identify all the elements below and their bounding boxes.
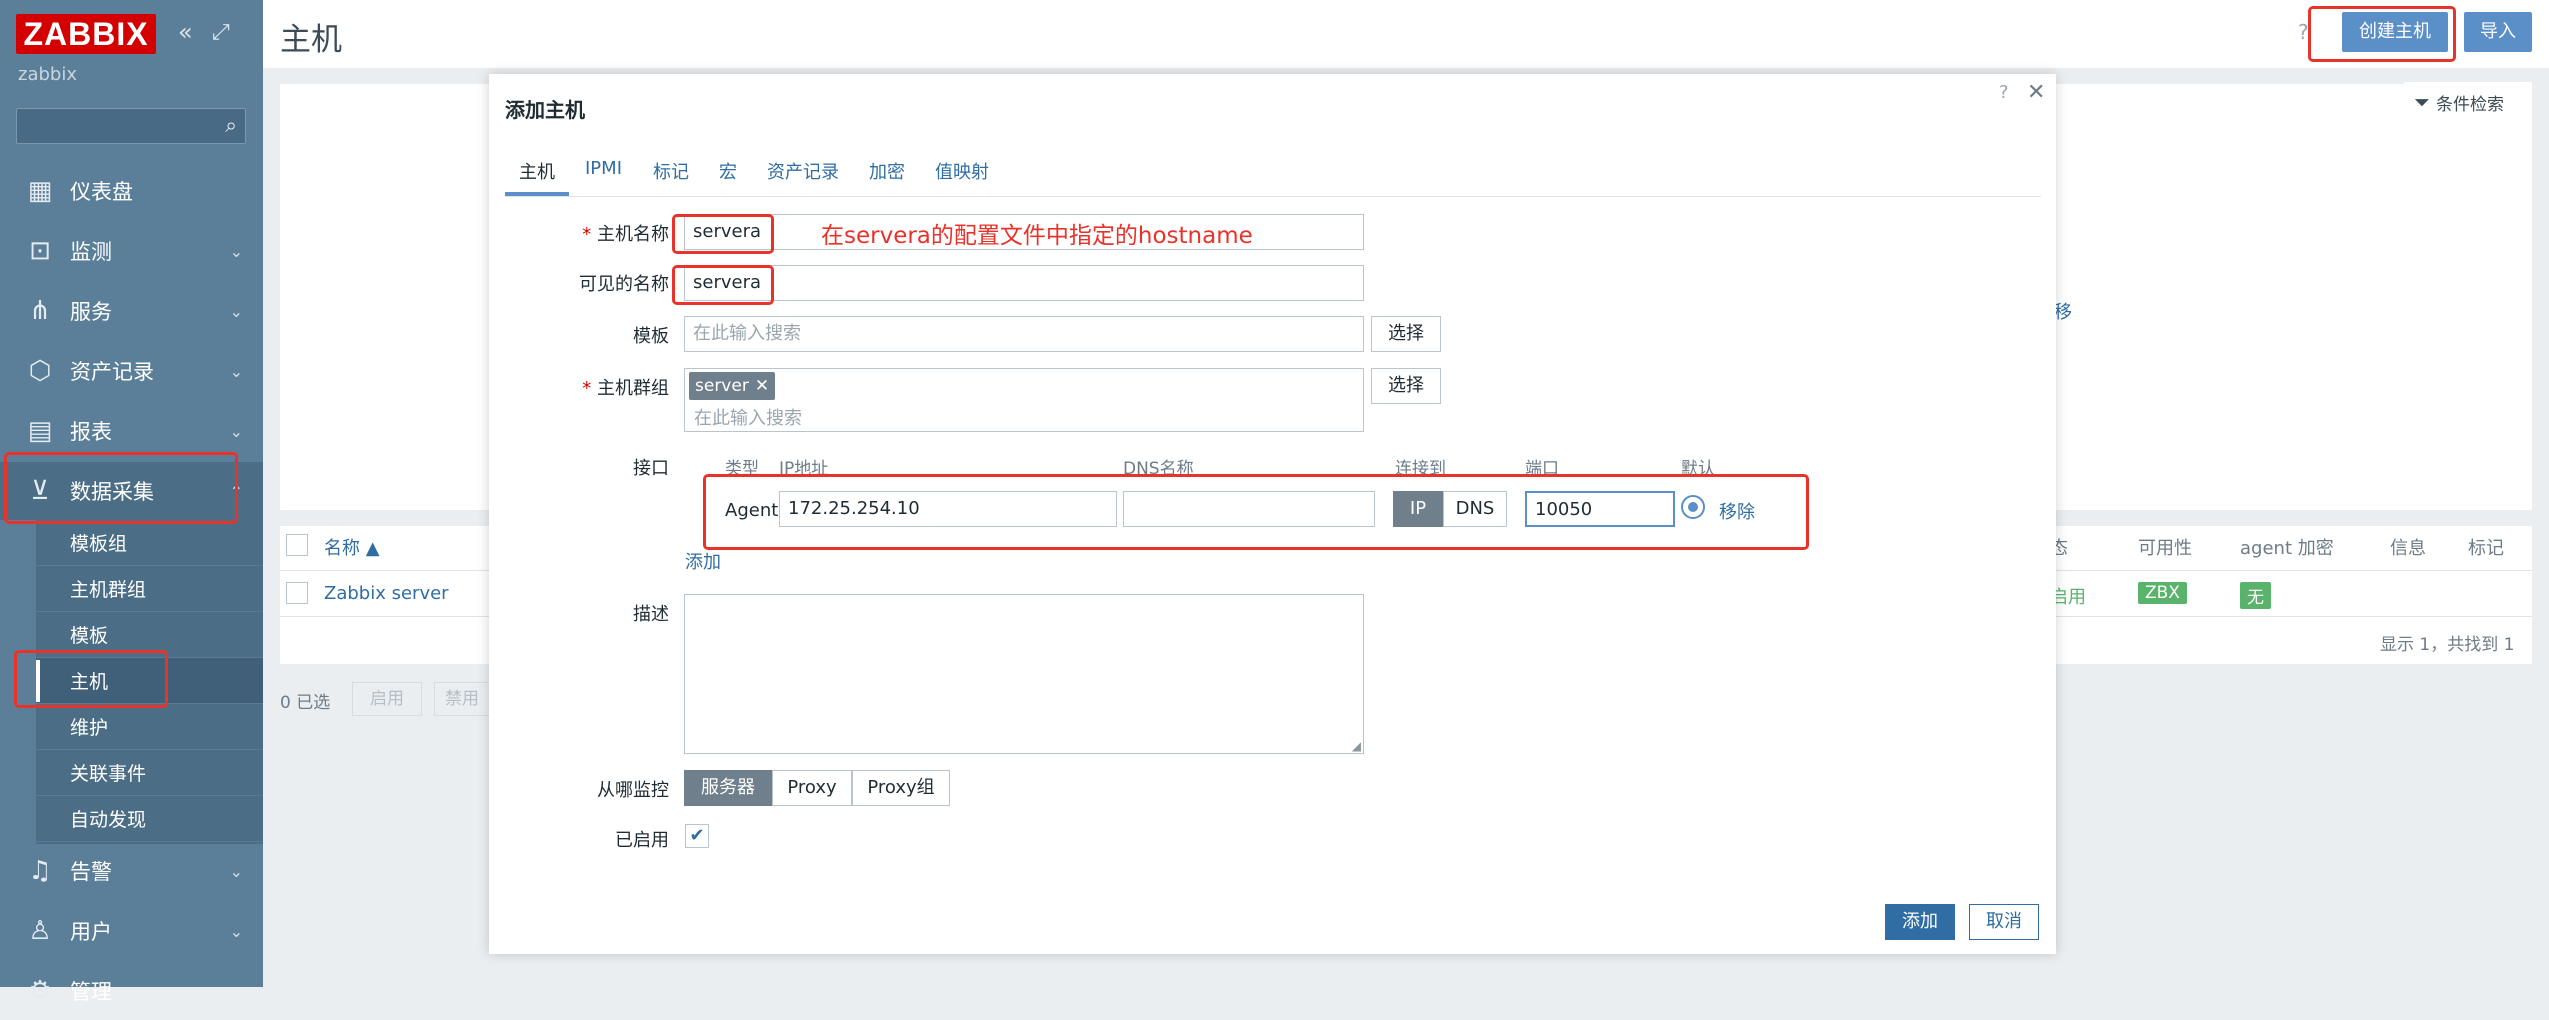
chevron-down-icon: ⌄	[229, 421, 243, 441]
filter-remove-link[interactable]: 移	[2054, 298, 2072, 324]
submenu-discovery[interactable]: 自动发现	[36, 796, 263, 842]
chevron-down-icon: ⌄	[229, 241, 243, 261]
resize-handle-icon[interactable]: ◢	[1352, 739, 1361, 753]
search-icon[interactable]: ⌕	[225, 113, 237, 138]
highlight-interface	[703, 474, 1809, 550]
cancel-button[interactable]: 取消	[1969, 904, 2039, 940]
visible-name-label: 可见的名称	[579, 274, 669, 295]
visible-name-input[interactable]: servera	[684, 265, 1364, 301]
tab-host[interactable]: 主机	[519, 158, 555, 184]
description-label: 描述	[633, 604, 669, 625]
column-info-header: 信息	[2390, 538, 2426, 559]
remove-tag-icon[interactable]: ✕	[755, 376, 769, 396]
chevron-down-icon: ⌄	[229, 861, 243, 881]
tab-encryption[interactable]: 加密	[869, 158, 905, 184]
dashboard-icon: ▦	[27, 176, 53, 206]
host-groups-label: * 主机群组	[582, 378, 669, 399]
add-host-dialog: 添加主机 ? ✕ 主机 IPMI 标记 宏 资产记录 加密 值映射 * 主机名称…	[489, 74, 2056, 954]
add-interface-link[interactable]: 添加	[685, 548, 721, 574]
interfaces-label: 接口	[633, 458, 669, 479]
highlight-create-host	[2308, 6, 2456, 62]
tabs-divider	[505, 196, 2041, 197]
nav-users[interactable]: ♙ 用户 ⌄	[0, 902, 263, 960]
add-button[interactable]: 添加	[1885, 904, 1955, 940]
submenu-event-correlation[interactable]: 关联事件	[36, 750, 263, 796]
table-summary: 显示 1，共找到 1	[2380, 635, 2515, 655]
nav-alerts[interactable]: ♫ 告警 ⌄	[0, 842, 263, 900]
chevron-down-icon: ⌄	[229, 921, 243, 941]
select-all-checkbox[interactable]	[286, 534, 308, 556]
collapse-sidebar-icon[interactable]: «	[178, 18, 193, 46]
page-header	[263, 0, 2549, 68]
bell-icon: ♫	[28, 856, 52, 886]
users-icon: ♙	[28, 916, 52, 946]
submenu-template-groups[interactable]: 模板组	[36, 520, 263, 566]
submenu-host-groups[interactable]: 主机群组	[36, 566, 263, 612]
administration-icon: ⚙	[28, 976, 52, 1006]
mass-disable-button[interactable]: 禁用	[434, 682, 490, 716]
templates-select-button[interactable]: 选择	[1371, 316, 1441, 352]
host-name-link[interactable]: Zabbix server	[324, 583, 449, 604]
host-groups-select-button[interactable]: 选择	[1371, 368, 1441, 404]
highlight-hosts	[14, 650, 168, 708]
row-checkbox[interactable]	[286, 582, 308, 604]
monitored-by-server[interactable]: 服务器	[684, 770, 772, 806]
inventory-icon: ⬡	[28, 356, 52, 386]
encryption-badge: 无	[2240, 582, 2271, 609]
server-name: zabbix	[18, 64, 77, 85]
filter-icon: ⏷	[2414, 90, 2430, 114]
monitoring-icon: ⊡	[29, 236, 51, 266]
mass-enable-button[interactable]: 启用	[352, 682, 422, 716]
sidebar-search-input[interactable]: ⌕	[16, 108, 246, 144]
filter-tab[interactable]: ⏷ 条件检索	[2404, 82, 2532, 122]
dialog-help-icon[interactable]: ?	[1999, 82, 2009, 103]
monitored-by-proxy-group[interactable]: Proxy组	[852, 770, 950, 806]
page-title: 主机	[280, 22, 342, 58]
availability-badge: ZBX	[2138, 582, 2187, 604]
chevron-down-icon: ⌄	[229, 361, 243, 381]
description-textarea[interactable]: ◢	[684, 594, 1364, 754]
host-name-label: * 主机名称	[582, 224, 669, 245]
tab-macros[interactable]: 宏	[719, 158, 737, 184]
enabled-checkbox[interactable]: ✔	[685, 824, 709, 848]
close-icon[interactable]: ✕	[2027, 80, 2045, 105]
column-availability-header: 可用性	[2138, 538, 2192, 559]
nav-administration[interactable]: ⚙ 管理	[0, 962, 263, 1020]
services-icon: ⋔	[29, 296, 51, 326]
monitored-by-proxy[interactable]: Proxy	[772, 770, 852, 806]
nav-services[interactable]: ⋔ 服务 ⌄	[0, 282, 263, 340]
templates-label: 模板	[633, 326, 669, 347]
import-button[interactable]: 导入	[2464, 12, 2532, 52]
nav-dashboard[interactable]: ▦ 仪表盘	[0, 162, 263, 220]
highlight-data-collection	[4, 452, 238, 524]
sidebar: ZABBIX « ⤢ zabbix ⌕ ▦ 仪表盘 ⊡ 监测 ⌄ ⋔ 服务 ⌄ ⬡ 资产记录…	[0, 0, 263, 1006]
reports-icon: ▤	[27, 416, 53, 446]
dialog-title: 添加主机	[505, 98, 585, 122]
tab-inventory[interactable]: 资产记录	[767, 158, 839, 184]
tab-value-mapping[interactable]: 值映射	[935, 158, 989, 184]
highlight-visible-name	[672, 265, 774, 305]
column-name-header[interactable]: 名称 ▲	[324, 534, 380, 560]
chevron-down-icon: ⌄	[229, 301, 243, 321]
tab-tags[interactable]: 标记	[653, 158, 689, 184]
column-tags-header: 标记	[2468, 538, 2504, 559]
zabbix-logo[interactable]: ZABBIX	[16, 14, 156, 54]
templates-search-input[interactable]: 在此输入搜索	[684, 316, 1364, 352]
highlight-host-name	[672, 214, 774, 254]
column-encryption-header: agent 加密	[2240, 538, 2334, 559]
nav-monitoring[interactable]: ⊡ 监测 ⌄	[0, 222, 263, 280]
selected-count: 0 已选	[280, 693, 331, 713]
group-tag: server ✕	[689, 372, 776, 400]
nav-inventory[interactable]: ⬡ 资产记录 ⌄	[0, 342, 263, 400]
enabled-label: 已启用	[615, 830, 669, 851]
kiosk-mode-icon[interactable]: ⤢	[212, 20, 230, 45]
annotation-text: 在servera的配置文件中指定的hostname	[821, 223, 1253, 249]
tab-ipmi[interactable]: IPMI	[585, 158, 622, 179]
monitored-by-label: 从哪监控	[597, 780, 669, 801]
host-groups-search-placeholder[interactable]: 在此输入搜索	[694, 404, 802, 430]
submenu-maintenance[interactable]: 维护	[36, 704, 263, 750]
